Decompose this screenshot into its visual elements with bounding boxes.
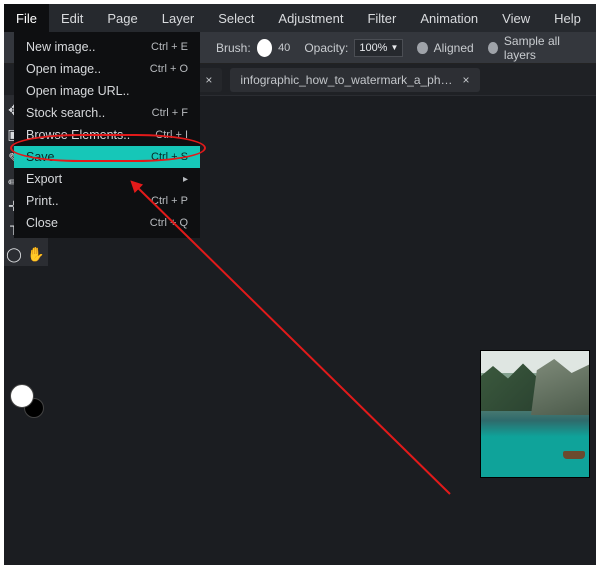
- menu-filter[interactable]: Filter: [355, 4, 408, 32]
- opacity-dropdown[interactable]: 100% ▼: [354, 39, 403, 57]
- brush-size-value[interactable]: 40: [278, 42, 290, 54]
- file-menu-open-image[interactable]: Open image.. Ctrl + O: [14, 58, 200, 80]
- menu-item-label: Print..: [26, 194, 59, 208]
- menu-item-label: Open image URL..: [26, 84, 130, 98]
- app-window: FileEditPageLayerSelectAdjustmentFilterA…: [4, 4, 596, 565]
- menu-view[interactable]: View: [490, 4, 542, 32]
- opacity-value: 100%: [359, 42, 387, 54]
- file-menu-new-image[interactable]: New image.. Ctrl + E: [14, 36, 200, 58]
- menu-item-label: Export: [26, 172, 62, 186]
- menu-edit[interactable]: Edit: [49, 4, 95, 32]
- menu-item-shortcut: Ctrl + F: [152, 107, 188, 119]
- menu-item-shortcut: Ctrl + O: [150, 63, 188, 75]
- menu-item-label: Browse Elements..: [26, 128, 130, 142]
- menu-bar: FileEditPageLayerSelectAdjustmentFilterA…: [4, 4, 596, 32]
- shape-icon[interactable]: ◯: [4, 244, 24, 264]
- menu-adjustment[interactable]: Adjustment: [266, 4, 355, 32]
- brush-preview-icon[interactable]: [257, 39, 272, 57]
- hand-icon[interactable]: ✋: [26, 244, 46, 264]
- file-menu-stock-search[interactable]: Stock search.. Ctrl + F: [14, 102, 200, 124]
- menu-animation[interactable]: Animation: [408, 4, 490, 32]
- menu-item-label: Close: [26, 216, 58, 230]
- menu-item-label: Stock search..: [26, 106, 105, 120]
- foreground-color-swatch[interactable]: [10, 384, 34, 408]
- menu-item-shortcut: Ctrl + S: [151, 151, 188, 163]
- file-menu-print[interactable]: Print.. Ctrl + P: [14, 190, 200, 212]
- menu-layer[interactable]: Layer: [150, 4, 207, 32]
- menu-item-label: Save..: [26, 150, 61, 164]
- file-menu-open-image-url[interactable]: Open image URL..: [14, 80, 200, 102]
- aligned-radio[interactable]: [417, 42, 427, 54]
- menu-item-shortcut: Ctrl + E: [151, 41, 188, 53]
- close-tab-icon[interactable]: ×: [205, 73, 212, 87]
- menu-page[interactable]: Page: [95, 4, 149, 32]
- document-tab[interactable]: infographic_how_to_watermark_a_ph… ×: [230, 68, 479, 92]
- sample-all-layers-radio[interactable]: [488, 42, 498, 54]
- canvas-image[interactable]: [480, 350, 590, 478]
- color-swatch[interactable]: [10, 384, 44, 418]
- caret-down-icon: ▼: [390, 43, 398, 52]
- file-menu-export[interactable]: Export ▸: [14, 168, 200, 190]
- menu-item-shortcut: Ctrl + P: [151, 195, 188, 207]
- file-menu-close[interactable]: Close Ctrl + Q: [14, 212, 200, 234]
- file-menu-browse-elements[interactable]: Browse Elements.. Ctrl + I: [14, 124, 200, 146]
- close-tab-icon[interactable]: ×: [463, 73, 470, 87]
- menu-item-label: New image..: [26, 40, 95, 54]
- menu-help[interactable]: Help: [542, 4, 593, 32]
- menu-file[interactable]: File: [4, 4, 49, 32]
- menu-select[interactable]: Select: [206, 4, 266, 32]
- file-dropdown: New image..Ctrl + EOpen image..Ctrl + OO…: [14, 32, 200, 238]
- chevron-right-icon: ▸: [183, 174, 188, 185]
- brush-label: Brush:: [216, 41, 251, 55]
- file-menu-save[interactable]: Save.. Ctrl + S: [14, 146, 200, 168]
- menu-item-label: Open image..: [26, 62, 101, 76]
- menu-item-shortcut: Ctrl + I: [155, 129, 188, 141]
- opacity-label: Opacity:: [304, 41, 348, 55]
- tab-label: infographic_how_to_watermark_a_ph…: [240, 73, 452, 87]
- sample-all-layers-label: Sample all layers: [504, 34, 582, 62]
- menu-item-shortcut: Ctrl + Q: [150, 217, 188, 229]
- aligned-label: Aligned: [434, 41, 474, 55]
